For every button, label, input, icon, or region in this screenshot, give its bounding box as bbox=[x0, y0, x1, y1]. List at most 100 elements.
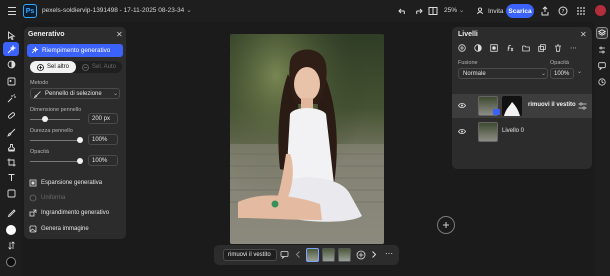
hamburger-menu-icon[interactable] bbox=[6, 5, 18, 17]
compare-icon[interactable] bbox=[428, 6, 438, 16]
comments-icon[interactable] bbox=[596, 60, 608, 72]
generative-fill-item[interactable]: Riempimento generativo bbox=[27, 44, 123, 57]
more-options-icon[interactable]: ⋯ bbox=[570, 44, 577, 52]
select-tool-icon[interactable] bbox=[3, 28, 19, 42]
user-add-icon bbox=[477, 7, 485, 15]
method-select[interactable]: Pennello di selezione ⌄ bbox=[30, 88, 120, 99]
help-icon[interactable]: ? bbox=[558, 6, 568, 16]
redo-icon[interactable] bbox=[413, 6, 423, 16]
variation-thumbnail[interactable] bbox=[322, 248, 335, 262]
more-options-icon[interactable]: ⋯ bbox=[385, 249, 393, 258]
harmonize-item: Uniforma bbox=[28, 192, 65, 203]
fx-icon[interactable] bbox=[506, 44, 514, 52]
chevron-right-icon[interactable] bbox=[370, 250, 378, 259]
tool-bar bbox=[0, 22, 22, 276]
hardness-field[interactable]: 100% bbox=[88, 134, 118, 145]
opacity-slider[interactable] bbox=[30, 160, 80, 162]
variation-thumbnail[interactable] bbox=[338, 248, 351, 262]
chevron-down-icon[interactable]: ⌄ bbox=[577, 68, 582, 75]
harmonize-label: Uniforma bbox=[41, 194, 66, 201]
panel-title: Generativo bbox=[28, 31, 65, 38]
mask-icon[interactable] bbox=[490, 44, 498, 52]
prompt-field[interactable]: rimuovi il vestito bbox=[223, 249, 277, 261]
zoom-level[interactable]: 25% ⌄ bbox=[444, 6, 464, 14]
layer-properties-icon[interactable] bbox=[578, 102, 587, 110]
chevron-down-icon: ⌄ bbox=[458, 7, 465, 14]
adjustment-layer-icon[interactable] bbox=[474, 44, 482, 52]
canvas-image[interactable] bbox=[230, 34, 384, 244]
hardness-slider[interactable] bbox=[30, 139, 80, 141]
history-icon[interactable] bbox=[596, 76, 608, 88]
apps-grid-icon[interactable] bbox=[576, 6, 586, 16]
visibility-eye-icon[interactable] bbox=[458, 128, 466, 135]
auto-select-option[interactable]: Sel. Auto bbox=[76, 61, 122, 73]
plus-circle-icon bbox=[37, 63, 44, 71]
blend-mode-select[interactable]: Normale ⌄ bbox=[458, 68, 548, 79]
generate-image-label: Genera immagine bbox=[41, 225, 89, 232]
generative-tool-icon[interactable] bbox=[3, 42, 19, 56]
document-title-text: pexels-soldiervip-1391498 - 17-11-2025 0… bbox=[42, 7, 185, 14]
brush-size-slider-handle[interactable] bbox=[42, 115, 48, 122]
generative-upscale-item[interactable]: Ingrandimento generativo bbox=[28, 207, 109, 218]
group-icon[interactable] bbox=[522, 44, 530, 52]
variation-thumbnail[interactable] bbox=[306, 248, 319, 262]
shape-tool-icon[interactable] bbox=[3, 186, 19, 200]
undo-icon[interactable] bbox=[398, 6, 408, 16]
layers-tool-icon[interactable] bbox=[3, 74, 19, 88]
layers-panel-icon[interactable] bbox=[596, 27, 608, 39]
panel-title: Livelli bbox=[458, 31, 478, 38]
adjustments-panel-icon[interactable] bbox=[596, 44, 608, 56]
image-sparkle-icon bbox=[28, 225, 38, 233]
invite-button[interactable]: Invita bbox=[472, 4, 509, 18]
avatar[interactable] bbox=[595, 5, 606, 16]
heal-icon[interactable] bbox=[3, 108, 19, 122]
layer-mask-thumbnail[interactable] bbox=[502, 96, 522, 116]
text-tool-icon[interactable] bbox=[3, 170, 19, 184]
chevron-left-icon[interactable] bbox=[294, 250, 302, 259]
hardness-slider-handle[interactable] bbox=[77, 136, 83, 143]
brush-size-slider[interactable] bbox=[30, 118, 80, 120]
blend-mode-value: Normale bbox=[463, 70, 486, 77]
visibility-eye-icon[interactable] bbox=[458, 102, 466, 109]
chevron-down-icon: ⌄ bbox=[186, 7, 192, 14]
crop-icon[interactable] bbox=[3, 155, 19, 169]
document-title[interactable]: pexels-soldiervip-1391498 - 17-11-2025 0… bbox=[42, 6, 192, 14]
minus-circle-icon bbox=[82, 63, 89, 71]
generate-image-item[interactable]: Genera immagine bbox=[28, 223, 89, 234]
eyedropper-icon[interactable] bbox=[3, 206, 19, 220]
prompt-edit-icon[interactable] bbox=[280, 250, 289, 259]
delete-icon[interactable] bbox=[554, 44, 562, 52]
share-icon[interactable] bbox=[540, 6, 550, 16]
add-icon[interactable] bbox=[437, 216, 455, 234]
expand-icon bbox=[28, 179, 38, 187]
upscale-icon bbox=[28, 209, 38, 217]
opacity-field[interactable]: 100% bbox=[88, 155, 118, 166]
download-button[interactable]: Scarica bbox=[506, 4, 534, 18]
layer-row[interactable]: rimuovi il vestito bbox=[452, 94, 592, 118]
layer-opacity-field[interactable]: 100% bbox=[550, 68, 574, 79]
layer-row[interactable]: Livello 0 bbox=[452, 120, 592, 144]
close-icon[interactable]: ✕ bbox=[116, 30, 123, 39]
brush-size-field[interactable]: 200 px bbox=[88, 113, 118, 124]
swap-colors-icon[interactable] bbox=[3, 238, 19, 252]
foreground-color-swatch[interactable] bbox=[3, 223, 19, 237]
clone-stamp-icon[interactable] bbox=[3, 140, 19, 154]
layer-name: rimuovi il vestito bbox=[528, 102, 576, 108]
quick-select-icon[interactable] bbox=[3, 91, 19, 105]
method-value: Pennello di selezione bbox=[45, 90, 102, 97]
brush-size-label: Dimensione pennello bbox=[30, 107, 82, 113]
opacity-slider-handle[interactable] bbox=[77, 157, 83, 164]
generative-expand-item[interactable]: Espansione generativa bbox=[28, 177, 102, 188]
add-layer-icon[interactable] bbox=[458, 44, 466, 52]
chevron-down-icon: ⌄ bbox=[113, 91, 119, 97]
close-icon[interactable]: ✕ bbox=[580, 30, 587, 39]
adjust-icon[interactable] bbox=[3, 57, 19, 71]
layers-panel: Livelli ✕ ⋯ Fusione Opacità Normale ⌄ 10… bbox=[452, 27, 592, 169]
generative-expand-label: Espansione generativa bbox=[41, 179, 103, 186]
background-color-swatch[interactable] bbox=[3, 255, 19, 269]
duplicate-icon[interactable] bbox=[538, 44, 546, 52]
brush-icon[interactable] bbox=[3, 125, 19, 139]
zoom-value: 25% bbox=[444, 7, 458, 14]
select-other-option[interactable]: Sel altro bbox=[30, 61, 76, 73]
generate-more-icon[interactable] bbox=[356, 250, 366, 260]
